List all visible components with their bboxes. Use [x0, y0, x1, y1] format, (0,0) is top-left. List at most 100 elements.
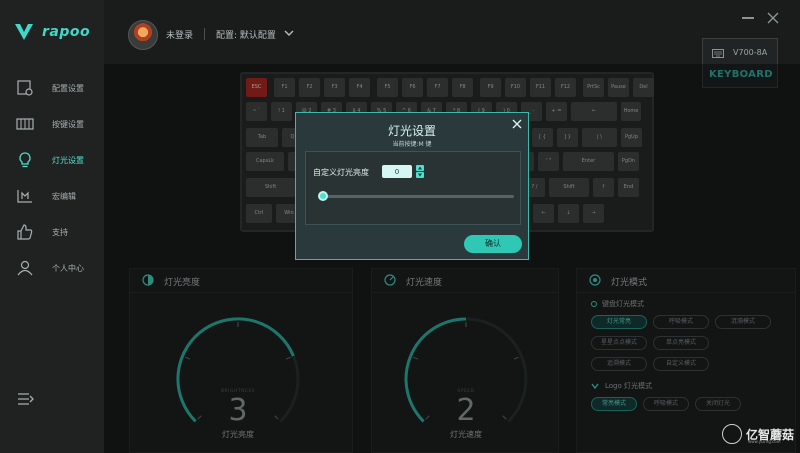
brightness-gauge[interactable]: BRIGHTNESS 3 灯光亮度 — [168, 307, 308, 439]
key[interactable]: + = — [546, 102, 567, 121]
user-icon — [17, 260, 33, 276]
key[interactable]: F4 — [349, 78, 370, 97]
dialog-subtitle: 当前按键:M 键 — [392, 141, 432, 148]
caret-down-icon — [418, 173, 422, 177]
key[interactable]: ] } — [557, 128, 578, 147]
logo-mode-button[interactable]: 呼吸模式 — [643, 397, 689, 411]
key[interactable]: F1 — [274, 78, 295, 97]
bulb-icon — [19, 152, 31, 168]
key[interactable]: F10 — [505, 78, 526, 97]
key[interactable]: PgDn — [618, 152, 639, 171]
key[interactable]: ~ ` — [246, 102, 267, 121]
key[interactable]: F7 — [427, 78, 448, 97]
panel-header: 灯光模式 — [577, 269, 795, 293]
key[interactable]: ↓ — [558, 204, 579, 223]
key[interactable]: PrtSc — [583, 78, 604, 97]
chevron-down-icon[interactable] — [591, 383, 599, 389]
gauge-tick — [513, 356, 519, 360]
keyboard-mode-button[interactable]: 自定义模式 — [653, 357, 709, 371]
minimize-button[interactable] — [742, 17, 754, 19]
sidebar-item-label: 灯光设置 — [52, 155, 84, 165]
sidebar-item-lighting[interactable]: 灯光设置 — [0, 142, 104, 178]
menu-toggle-icon[interactable] — [18, 393, 34, 405]
key[interactable]: PgUp — [621, 128, 642, 147]
header-divider — [204, 28, 205, 40]
brightness-slider-handle[interactable] — [318, 191, 328, 201]
gauge-tick — [285, 356, 291, 360]
close-window-icon[interactable] — [766, 11, 780, 25]
chevron-down-icon[interactable] — [284, 29, 294, 37]
key[interactable]: End — [618, 178, 639, 197]
key[interactable]: Tab — [246, 128, 278, 147]
decrement-button[interactable] — [416, 172, 424, 178]
brightness-input[interactable] — [382, 165, 412, 178]
section-title: Logo 灯光模式 — [605, 382, 653, 390]
login-status[interactable]: 未登录 — [166, 28, 193, 41]
sidebar-item-keys[interactable]: 按键设置 — [0, 106, 104, 142]
gauge-caption: 灯光速度 — [450, 430, 482, 439]
key[interactable]: | \ — [582, 128, 617, 147]
section-title: 键盘灯光模式 — [602, 300, 644, 308]
config-selector[interactable]: 配置: 默认配置 — [216, 28, 276, 41]
keyboard-mode-button[interactable]: 灯光常亮 — [591, 315, 647, 329]
key[interactable]: F12 — [555, 78, 576, 97]
speed-panel: 灯光速度 SPEED 2 灯光速度 — [371, 268, 559, 453]
key[interactable]: Enter — [563, 152, 614, 171]
sidebar-item-label: 宏编辑 — [52, 191, 76, 201]
sidebar-item-support[interactable]: 支持 — [0, 214, 104, 250]
key[interactable]: F11 — [530, 78, 551, 97]
close-icon[interactable] — [512, 119, 522, 129]
mode-icon — [589, 274, 601, 286]
key[interactable]: Ctrl — [246, 204, 272, 223]
gauge-caption: 灯光亮度 — [222, 430, 254, 439]
key[interactable]: ! 1 — [271, 102, 292, 121]
device-type: KEYBOARD — [709, 69, 773, 80]
panel-title: 灯光亮度 — [164, 278, 201, 288]
key[interactable]: F2 — [299, 78, 320, 97]
config-icon — [17, 80, 33, 96]
brand-logo: rapoo — [14, 22, 90, 42]
key[interactable]: ' " — [538, 152, 559, 171]
key[interactable]: Shift — [549, 178, 589, 197]
confirm-button[interactable]: 确认 — [464, 235, 522, 253]
device-card[interactable]: V700-8A KEYBOARD — [702, 38, 778, 88]
key[interactable]: F8 — [452, 78, 473, 97]
key[interactable]: CapsLk — [246, 152, 284, 171]
sidebar-item-macro[interactable]: 宏编辑 — [0, 178, 104, 214]
sidebar-item-profile[interactable]: 个人中心 — [0, 250, 104, 286]
keyboard-mode-button[interactable]: 涟漪模式 — [715, 315, 771, 329]
keyboard-mode-button[interactable]: 追溯模式 — [591, 357, 647, 371]
keyboard-mode-button[interactable]: 单点亮模式 — [653, 336, 709, 350]
logo-mode-button[interactable]: 常亮模式 — [591, 397, 637, 411]
key[interactable]: ESC — [246, 78, 267, 97]
brightness-label: 自定义灯光亮度 — [313, 168, 369, 177]
key[interactable]: ← — [533, 204, 554, 223]
key[interactable]: Pause — [608, 78, 629, 97]
header: 未登录 配置: 默认配置 V700-8A KEYBOARD — [104, 0, 800, 88]
key[interactable]: Del — [633, 78, 654, 97]
sidebar-item-label: 配置设置 — [52, 83, 84, 93]
rapoo-logo-icon — [15, 24, 33, 40]
sidebar-item-config[interactable]: 配置设置 — [0, 70, 104, 106]
key[interactable]: [ { — [532, 128, 553, 147]
key[interactable]: Home — [621, 102, 641, 121]
key[interactable]: F3 — [324, 78, 345, 97]
key[interactable]: F5 — [377, 78, 398, 97]
keyboard-mode-button[interactable]: 星星点点模式 — [591, 336, 647, 350]
avatar[interactable] — [128, 20, 158, 50]
macro-icon — [17, 190, 32, 203]
increment-button[interactable] — [416, 165, 424, 171]
key[interactable]: ↑ — [593, 178, 614, 197]
key[interactable]: → — [583, 204, 604, 223]
keyboard-mode-button[interactable]: 呼吸模式 — [653, 315, 709, 329]
key[interactable]: F9 — [480, 78, 501, 97]
sidebar-item-label: 个人中心 — [52, 263, 84, 273]
brightness-slider-track[interactable] — [321, 195, 514, 198]
logo-mode-button[interactable]: 关闭灯光 — [695, 397, 741, 411]
brightness-icon — [142, 274, 154, 286]
key[interactable]: ← — [571, 102, 617, 121]
key[interactable]: Shift — [246, 178, 295, 197]
key[interactable]: F6 — [402, 78, 423, 97]
speed-gauge[interactable]: SPEED 2 灯光速度 — [396, 307, 536, 439]
panel-header: 灯光速度 — [372, 269, 558, 293]
